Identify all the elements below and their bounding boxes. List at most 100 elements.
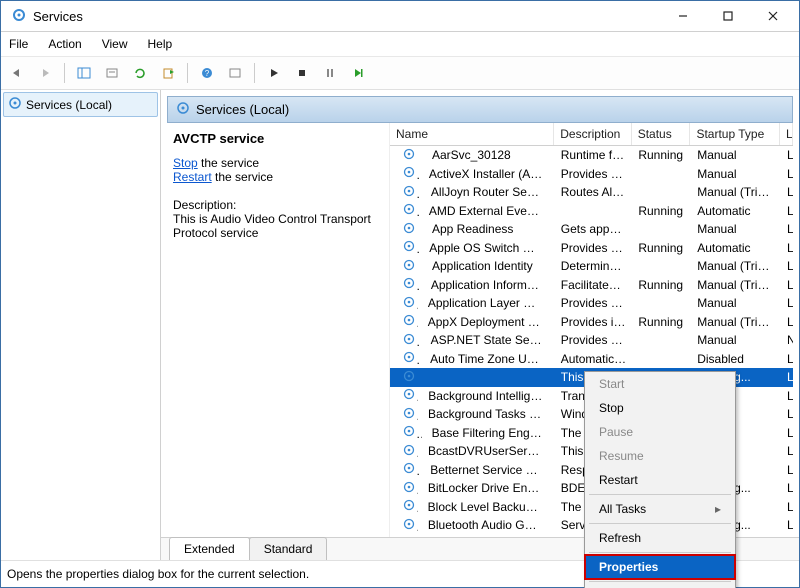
cell-logon: Loc [781, 296, 793, 310]
cell-description: Provides Use... [555, 167, 633, 181]
description-text: This is Audio Video Control Transport Pr… [173, 212, 383, 240]
cell-name: AMD External Events Utility [423, 204, 549, 218]
window-title: Services [33, 9, 83, 24]
context-menu[interactable]: Start Stop Pause Resume Restart All Task… [584, 371, 736, 588]
help-button[interactable]: ? [195, 61, 219, 85]
cell-logon: Loc [781, 463, 793, 477]
col-name[interactable]: Name [390, 123, 554, 145]
gear-icon [176, 101, 190, 118]
table-row[interactable]: AMD External Events UtilityRunningAutoma… [390, 202, 793, 221]
cell-startup: Manual (Trigg... [691, 278, 781, 292]
menu-view[interactable]: View [100, 35, 130, 53]
table-row[interactable]: Apple OS Switch ManagerProvides sup...Ru… [390, 239, 793, 258]
cell-logon: Loc [781, 241, 793, 255]
table-row[interactable]: ASP.NET State ServiceProvides sup...Manu… [390, 331, 793, 350]
restart-service-button[interactable] [346, 61, 370, 85]
cell-status: Running [632, 278, 691, 292]
cell-description: Gets apps re... [555, 222, 633, 236]
table-row[interactable]: App ReadinessGets apps re...ManualLoc [390, 220, 793, 239]
cell-name: BcastDVRUserService_30128 [422, 444, 549, 458]
show-hide-button[interactable] [72, 61, 96, 85]
gear-icon [8, 96, 22, 113]
detail-panel: AVCTP service Stop the service Restart t… [167, 123, 389, 537]
start-service-button[interactable] [262, 61, 286, 85]
properties-button[interactable] [100, 61, 124, 85]
cell-logon: Loc [781, 481, 793, 495]
ctx-all-tasks[interactable]: All Tasks▸ [585, 497, 735, 521]
cell-startup: Automatic [691, 204, 781, 218]
table-row[interactable]: Auto Time Zone UpdaterAutomaticall...Dis… [390, 350, 793, 369]
gear-icon [396, 313, 418, 330]
cell-description: Automaticall... [555, 352, 633, 366]
cell-logon: Loc [781, 259, 793, 273]
menubar: File Action View Help [1, 32, 799, 57]
cell-name: Bluetooth Audio Gateway Se... [422, 518, 549, 532]
gear-icon [396, 517, 418, 534]
table-row[interactable]: Application IdentityDetermines ...Manual… [390, 257, 793, 276]
table-row[interactable]: AllJoyn Router ServiceRoutes AllJo...Man… [390, 183, 793, 202]
cell-logon: Loc [781, 444, 793, 458]
cell-name: Background Tasks Infrastruc... [422, 407, 549, 421]
col-status[interactable]: Status [632, 123, 691, 145]
gear-icon [396, 350, 420, 367]
cell-description: Routes AllJo... [555, 185, 633, 199]
gear-icon [396, 406, 418, 423]
ctx-resume[interactable]: Resume [585, 444, 735, 468]
gear-icon [396, 424, 422, 441]
ctx-help[interactable]: Help [585, 584, 735, 588]
col-description[interactable]: Description [554, 123, 631, 145]
forward-button[interactable] [33, 61, 57, 85]
maximize-button[interactable] [705, 1, 750, 31]
cell-name: AarSvc_30128 [426, 148, 517, 162]
ctx-pause[interactable]: Pause [585, 420, 735, 444]
cell-description: Runtime for ... [555, 148, 633, 162]
table-row[interactable]: Application InformationFacilitates th...… [390, 276, 793, 295]
ctx-restart[interactable]: Restart [585, 468, 735, 492]
tab-standard[interactable]: Standard [249, 537, 328, 560]
cell-startup: Manual [691, 296, 781, 310]
help2-button[interactable] [223, 61, 247, 85]
toolbar: ? [1, 57, 799, 90]
table-row[interactable]: AarSvc_30128Runtime for ...RunningManual… [390, 146, 793, 165]
menu-help[interactable]: Help [146, 35, 175, 53]
pause-service-button[interactable] [318, 61, 342, 85]
ctx-refresh[interactable]: Refresh [585, 526, 735, 550]
nav-tree[interactable]: Services (Local) [1, 90, 161, 560]
table-row[interactable]: AppX Deployment Service (A...Provides in… [390, 313, 793, 332]
menu-file[interactable]: File [7, 35, 30, 53]
close-button[interactable] [750, 1, 795, 31]
stop-link[interactable]: Stop [173, 156, 198, 170]
minimize-button[interactable] [660, 1, 705, 31]
cell-name: Application Identity [426, 259, 539, 273]
cell-startup: Manual (Trigg... [691, 185, 781, 199]
col-startup-type[interactable]: Startup Type [690, 123, 780, 145]
gear-icon [396, 147, 422, 164]
back-button[interactable] [5, 61, 29, 85]
cell-status: Running [632, 315, 691, 329]
column-headers[interactable]: Name Description Status Startup Type Log [390, 123, 793, 146]
table-row[interactable]: Application Layer Gateway S...Provides s… [390, 294, 793, 313]
stop-service-button[interactable] [290, 61, 314, 85]
tab-extended[interactable]: Extended [169, 537, 250, 560]
cell-startup: Manual [691, 148, 781, 162]
export-button[interactable] [156, 61, 180, 85]
col-logon[interactable]: Log [780, 123, 793, 145]
cell-logon: Loc [781, 407, 793, 421]
table-row[interactable]: ActiveX Installer (AxInstSV)Provides Use… [390, 165, 793, 184]
gear-icon [396, 332, 421, 349]
ctx-properties[interactable]: Properties [585, 555, 735, 579]
ctx-start[interactable]: Start [585, 372, 735, 396]
cell-startup: Manual (Trigg... [691, 259, 781, 273]
cell-logon: Loc [781, 370, 793, 384]
menu-action[interactable]: Action [46, 35, 83, 53]
cell-name: Betternet Service 6.12.1 [424, 463, 549, 477]
restart-link[interactable]: Restart [173, 170, 212, 184]
cell-startup: Automatic [691, 241, 781, 255]
cell-startup: Manual [691, 167, 781, 181]
refresh-button[interactable] [128, 61, 152, 85]
ctx-stop[interactable]: Stop [585, 396, 735, 420]
gear-icon [396, 221, 422, 238]
nav-services-local[interactable]: Services (Local) [3, 92, 158, 117]
gear-icon [396, 202, 419, 219]
gear-icon [396, 184, 421, 201]
